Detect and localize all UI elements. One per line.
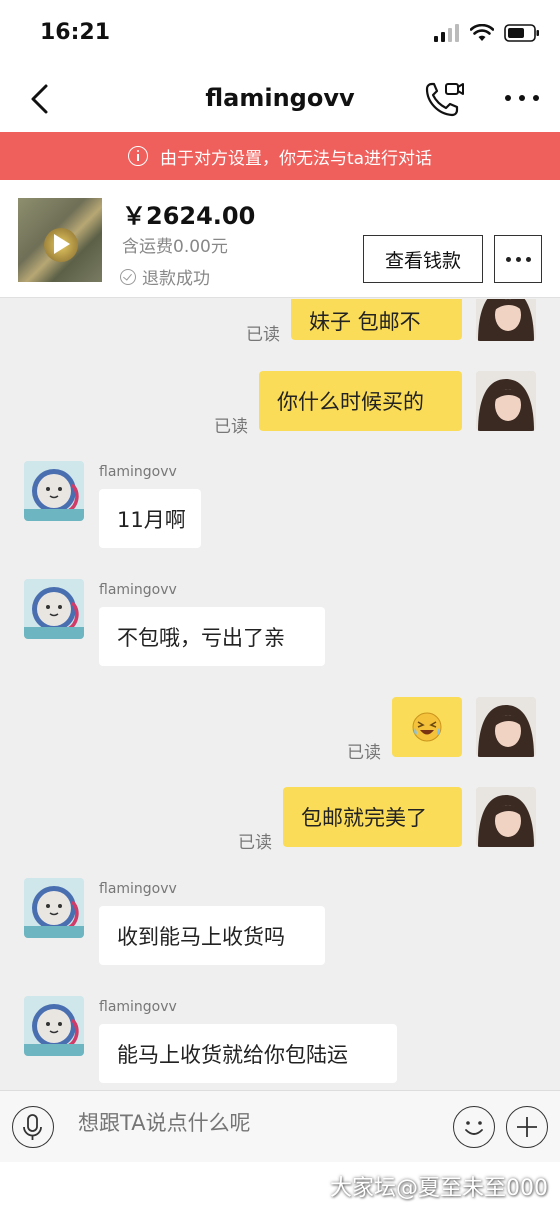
message-bubble-me[interactable]: 你什么时候买的 (259, 371, 462, 431)
message-bubble-partner[interactable]: 不包哦，亏出了亲 (99, 607, 325, 666)
my-avatar[interactable] (476, 299, 536, 341)
read-receipt: 已读 (238, 833, 272, 853)
avatar-portrait-icon (476, 299, 536, 341)
status-bar: 16:21 (0, 0, 560, 66)
read-receipt: 已读 (246, 325, 280, 345)
microphone-icon (23, 1114, 42, 1140)
wifi-icon (470, 24, 494, 41)
play-icon (54, 234, 70, 254)
partner-avatar[interactable] (24, 579, 84, 639)
add-button[interactable] (506, 1106, 548, 1148)
refund-status: 退款成功 (120, 264, 210, 289)
my-avatar[interactable] (476, 697, 536, 757)
message-bubble-me[interactable]: 包邮就完美了 (283, 787, 462, 847)
message-bubble-partner[interactable]: 收到能马上收货吗 (99, 906, 325, 965)
emoji-button[interactable] (453, 1106, 495, 1148)
signal-icon (434, 24, 459, 42)
check-circle-icon (120, 268, 136, 285)
dot-icon (525, 256, 531, 262)
cat-avatar-icon (24, 579, 84, 639)
cat-avatar-icon (24, 461, 84, 521)
view-payment-button[interactable]: 查看钱款 (363, 235, 483, 283)
message-bubble-partner[interactable]: 能马上收货就给你包陆运 (99, 1024, 397, 1083)
input-bar (0, 1090, 560, 1162)
my-avatar[interactable] (476, 371, 536, 431)
dot-icon (515, 256, 521, 262)
my-avatar[interactable] (476, 787, 536, 847)
info-icon (127, 146, 148, 166)
chat-title: flamingovv (205, 84, 355, 112)
sender-name: flamingovv (99, 999, 177, 1015)
avatar-portrait-icon (476, 697, 536, 757)
nav-bar: flamingovv (0, 66, 560, 132)
restriction-banner: 由于对方设置，你无法与ta进行对话 (0, 132, 560, 180)
status-icons (434, 24, 540, 42)
status-time: 16:21 (40, 20, 111, 45)
product-shipping: 含运费0.00元 (122, 237, 228, 257)
message-bubble-me[interactable]: 妹子 包邮不 (291, 299, 462, 340)
read-receipt: 已读 (214, 417, 248, 437)
video-call-icon[interactable] (424, 80, 464, 118)
partner-avatar[interactable] (24, 996, 84, 1056)
plus-icon (517, 1117, 537, 1137)
cat-avatar-icon (24, 996, 84, 1056)
sender-name: flamingovv (99, 881, 177, 897)
product-more-button[interactable] (494, 235, 542, 283)
partner-avatar[interactable] (24, 878, 84, 938)
sender-name: flamingovv (99, 582, 177, 598)
product-price: ￥2624.00 (122, 202, 256, 230)
message-input[interactable] (78, 1111, 408, 1135)
smiley-icon (465, 1121, 483, 1135)
message-bubble-me[interactable] (392, 697, 462, 757)
message-bubble-partner[interactable]: 11月啊 (99, 489, 201, 548)
battery-icon (504, 24, 539, 42)
cat-avatar-icon (24, 878, 84, 938)
avatar-portrait-icon (476, 371, 536, 431)
product-card: ￥2624.00 含运费0.00元 退款成功 查看钱款 (0, 180, 560, 298)
banner-text: 由于对方设置，你无法与ta进行对话 (159, 148, 433, 169)
dot-icon (505, 256, 511, 262)
voice-button[interactable] (12, 1106, 54, 1148)
avatar-portrait-icon (476, 787, 536, 847)
partner-avatar[interactable] (24, 461, 84, 521)
laughing-emoji-icon (412, 712, 442, 742)
refund-status-label: 退款成功 (142, 269, 210, 289)
more-icon[interactable] (502, 88, 542, 108)
product-thumbnail[interactable] (18, 198, 102, 282)
watermark: 大家坛@夏至未至000 (330, 1176, 548, 1201)
chat-messages[interactable]: 已读 妹子 包邮不 已读 你什么时候买的 flamingovv 11月啊 fla… (0, 299, 560, 1089)
read-receipt: 已读 (347, 743, 381, 763)
sender-name: flamingovv (99, 464, 177, 480)
